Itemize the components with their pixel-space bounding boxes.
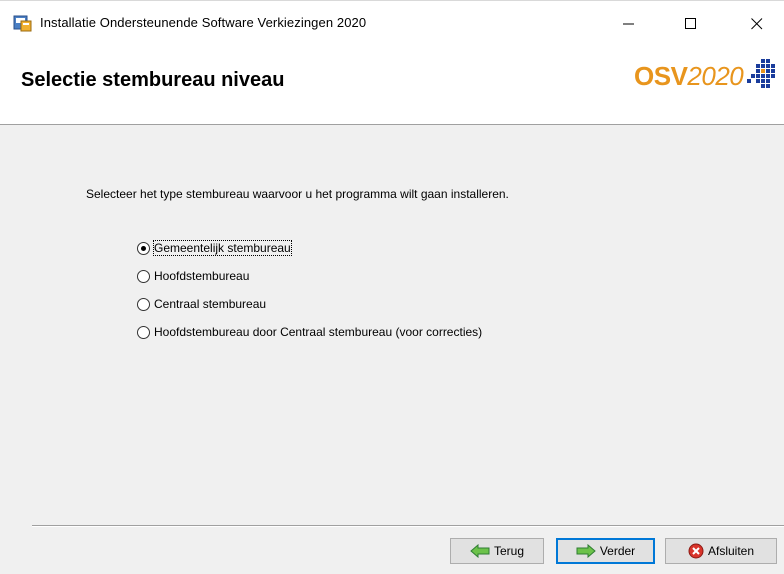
minimize-button[interactable]	[606, 2, 652, 46]
netherlands-map-icon	[747, 57, 777, 95]
radio-option-gemeentelijk[interactable]: Gemeentelijk stembureau	[137, 239, 292, 257]
logo-text: OSV	[634, 60, 688, 91]
radio-button[interactable]	[137, 325, 150, 339]
footer-separator	[32, 525, 784, 527]
maximize-button[interactable]	[668, 2, 714, 46]
page-title: Selectie stembureau niveau	[21, 69, 285, 91]
title-bar: Installatie Ondersteunende Software Verk…	[0, 1, 784, 48]
radio-button[interactable]	[137, 269, 150, 283]
logo-year: 2020	[687, 60, 744, 91]
page-header: Selectie stembureau niveau OSV 2020	[0, 48, 784, 125]
radio-option-hoofdstembureau[interactable]: Hoofdstembureau	[137, 267, 249, 285]
arrow-left-icon	[470, 544, 490, 558]
radio-label: Centraal stembureau	[154, 297, 267, 311]
installer-window: Installatie Ondersteunende Software Verk…	[0, 0, 784, 574]
radio-option-hoofdstembureau-correcties[interactable]: Hoofdstembureau door Centraal stembureau…	[137, 323, 482, 341]
exit-button-label: Afsluiten	[707, 544, 755, 558]
installer-icon	[13, 13, 33, 33]
close-circle-icon	[688, 543, 704, 559]
close-button[interactable]	[734, 2, 780, 46]
exit-button[interactable]: Afsluiten	[665, 538, 777, 564]
maximize-icon	[685, 18, 696, 29]
arrow-right-icon	[576, 544, 596, 558]
radio-button-selected[interactable]	[137, 241, 150, 255]
next-button-label: Verder	[599, 544, 636, 558]
close-icon	[751, 18, 763, 30]
radio-label: Gemeentelijk stembureau	[153, 240, 292, 256]
radio-option-centraal[interactable]: Centraal stembureau	[137, 295, 266, 313]
radio-button[interactable]	[137, 297, 150, 311]
instruction-text: Selecteer het type stembureau waarvoor u…	[86, 187, 509, 201]
radio-label: Hoofdstembureau door Centraal stembureau…	[154, 325, 483, 339]
minimize-icon	[623, 23, 634, 25]
back-button-label: Terug	[493, 544, 525, 558]
radio-label: Hoofdstembureau	[154, 269, 250, 283]
window-title: Installatie Ondersteunende Software Verk…	[40, 15, 367, 30]
back-button[interactable]: Terug	[450, 538, 544, 564]
content-area: Selecteer het type stembureau waarvoor u…	[0, 125, 784, 525]
next-button[interactable]: Verder	[556, 538, 655, 564]
osv-logo: OSV 2020	[634, 57, 777, 95]
